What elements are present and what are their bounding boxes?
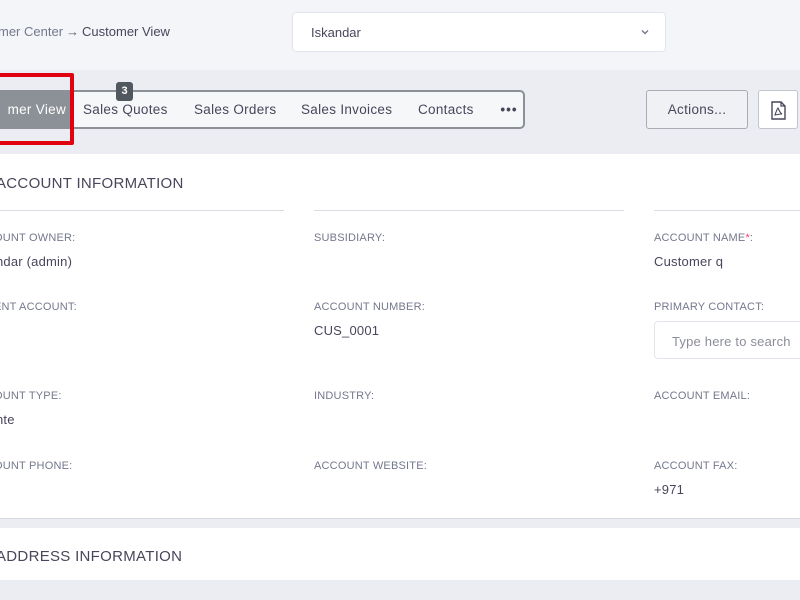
highlight-box xyxy=(0,73,74,145)
tab-sales-invoices[interactable]: Sales Invoices xyxy=(301,92,392,127)
account-number-value: CUS_0001 xyxy=(314,323,380,338)
primary-contact-label: PRIMARY CONTACT: xyxy=(654,301,765,313)
more-tabs-icon[interactable]: ••• xyxy=(498,92,520,127)
column-divider xyxy=(654,210,800,211)
industry-label: INDUSTRY: xyxy=(314,390,375,402)
sales-quotes-count-badge: 3 xyxy=(116,82,133,101)
tab-contacts[interactable]: Contacts xyxy=(418,92,474,127)
address-section-title: ADDRESS INFORMATION xyxy=(0,548,183,565)
account-fax-value: +971 xyxy=(654,482,685,497)
account-name-value: Customer q xyxy=(654,254,724,269)
user-select-value: Iskandar xyxy=(311,25,361,40)
actions-button[interactable]: Actions... xyxy=(646,90,748,129)
account-owner-label: OUNT OWNER: xyxy=(0,232,76,244)
breadcrumb-current: Customer View xyxy=(82,24,170,39)
pdf-file-icon xyxy=(771,101,786,120)
account-name-label-text: ACCOUNT NAME xyxy=(654,232,746,244)
breadcrumb-customer-center[interactable]: mer Center xyxy=(0,24,63,39)
account-email-label: ACCOUNT EMAIL: xyxy=(654,390,751,402)
primary-contact-search-input[interactable]: Type here to search xyxy=(654,321,800,359)
address-information-card: ADDRESS INFORMATION xyxy=(0,528,800,580)
user-select[interactable]: Iskandar xyxy=(292,12,666,52)
breadcrumb: mer Center → Customer View xyxy=(0,24,170,39)
subsidiary-label: SUBSIDIARY: xyxy=(314,232,386,244)
breadcrumb-arrow-icon: → xyxy=(66,24,80,39)
account-name-label-colon: : xyxy=(749,232,754,244)
parent-account-label: ENT ACCOUNT: xyxy=(0,301,77,313)
primary-contact-placeholder: Type here to search xyxy=(672,334,791,349)
pdf-button[interactable] xyxy=(758,90,798,129)
account-type-value: nte xyxy=(0,412,15,427)
account-phone-label: OUNT PHONE: xyxy=(0,460,73,472)
column-divider xyxy=(314,210,624,211)
tab-sales-orders[interactable]: Sales Orders xyxy=(194,92,276,127)
column-divider xyxy=(0,210,284,211)
account-owner-value: ndar (admin) xyxy=(0,254,73,269)
account-type-label: OUNT TYPE: xyxy=(0,390,62,402)
account-information-card: ACCOUNT INFORMATION OUNT OWNER: ndar (ad… xyxy=(0,154,800,519)
account-website-label: ACCOUNT WEBSITE: xyxy=(314,460,428,472)
account-name-label: ACCOUNT NAME*: xyxy=(654,232,753,244)
tab-group: mer View Sales Quotes Sales Orders Sales… xyxy=(0,90,525,129)
top-bar: mer Center → Customer View Iskandar xyxy=(0,0,800,70)
account-section-title: ACCOUNT INFORMATION xyxy=(0,175,184,192)
account-number-label: ACCOUNT NUMBER: xyxy=(314,301,425,313)
chevron-down-icon xyxy=(641,30,649,35)
account-fax-label: ACCOUNT FAX: xyxy=(654,460,738,472)
